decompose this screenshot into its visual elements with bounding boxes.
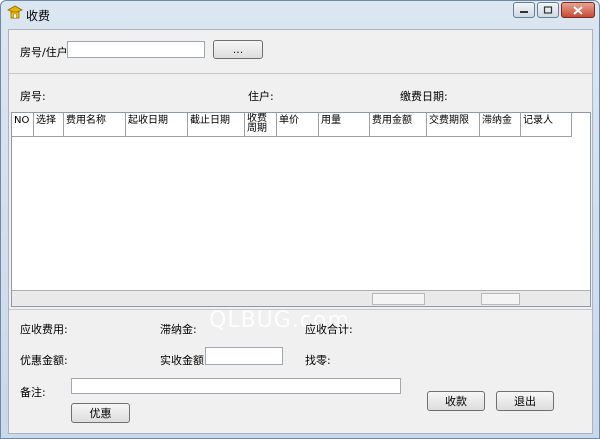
- column-header[interactable]: 单价: [277, 113, 319, 137]
- fee-table[interactable]: NO 选择 费用名称 起收日期 截止日期 收费周期 单价 用量 费用金额 交费期…: [11, 112, 591, 307]
- late-fee-total-cell: [481, 293, 520, 305]
- column-header[interactable]: 记录人: [521, 113, 572, 137]
- maximize-icon: [543, 6, 553, 14]
- column-header[interactable]: NO: [12, 113, 34, 137]
- column-header[interactable]: 交费期限: [427, 113, 480, 137]
- minimize-icon: [520, 11, 528, 13]
- late-fee-label: 滞纳金:: [160, 323, 197, 336]
- close-icon: [573, 5, 583, 15]
- paid-amount-input[interactable]: [205, 347, 283, 365]
- close-button[interactable]: [561, 2, 595, 18]
- browse-button[interactable]: ...: [213, 40, 263, 59]
- payment-date-label: 缴费日期:: [400, 90, 448, 103]
- main-window: 收费 房号/住户 ... 房号: 住户: 缴费日期: NO 选择 费用名称 起收…: [0, 0, 600, 439]
- total-label: 应收合计:: [305, 323, 353, 336]
- separator: [9, 73, 592, 74]
- discount-amount-label: 优惠金额:: [20, 354, 68, 367]
- client-area: 房号/住户 ... 房号: 住户: 缴费日期: NO 选择 费用名称 起收日期 …: [8, 29, 593, 434]
- title-bar[interactable]: 收费: [1, 1, 599, 25]
- column-header[interactable]: 收费周期: [245, 113, 277, 137]
- discount-button[interactable]: 优惠: [71, 403, 130, 423]
- column-header[interactable]: 选择: [34, 113, 64, 137]
- separator: [9, 309, 592, 310]
- paid-amount-label: 实收金额:: [160, 354, 208, 367]
- column-header[interactable]: 滞纳金: [480, 113, 521, 137]
- change-label: 找零:: [305, 354, 331, 367]
- resident-label: 住户:: [248, 90, 274, 103]
- search-label: 房号/住户: [20, 46, 68, 59]
- note-input[interactable]: [71, 378, 401, 394]
- amount-total-cell: [372, 293, 425, 305]
- search-input[interactable]: [67, 41, 205, 58]
- receivable-label: 应收费用:: [20, 323, 68, 336]
- column-header[interactable]: 费用名称: [64, 113, 126, 137]
- column-header[interactable]: 起收日期: [126, 113, 188, 137]
- note-label: 备注:: [20, 386, 46, 399]
- column-header[interactable]: 用量: [319, 113, 370, 137]
- minimize-button[interactable]: [513, 2, 535, 18]
- collect-button[interactable]: 收款: [427, 391, 485, 411]
- app-icon: [7, 5, 23, 19]
- column-header[interactable]: 截止日期: [188, 113, 245, 137]
- maximize-button[interactable]: [537, 2, 559, 18]
- table-footer-row: [12, 290, 590, 306]
- exit-button[interactable]: 退出: [496, 391, 554, 411]
- column-header[interactable]: 费用金额: [370, 113, 427, 137]
- window-title: 收费: [26, 9, 51, 23]
- room-label: 房号:: [20, 90, 46, 103]
